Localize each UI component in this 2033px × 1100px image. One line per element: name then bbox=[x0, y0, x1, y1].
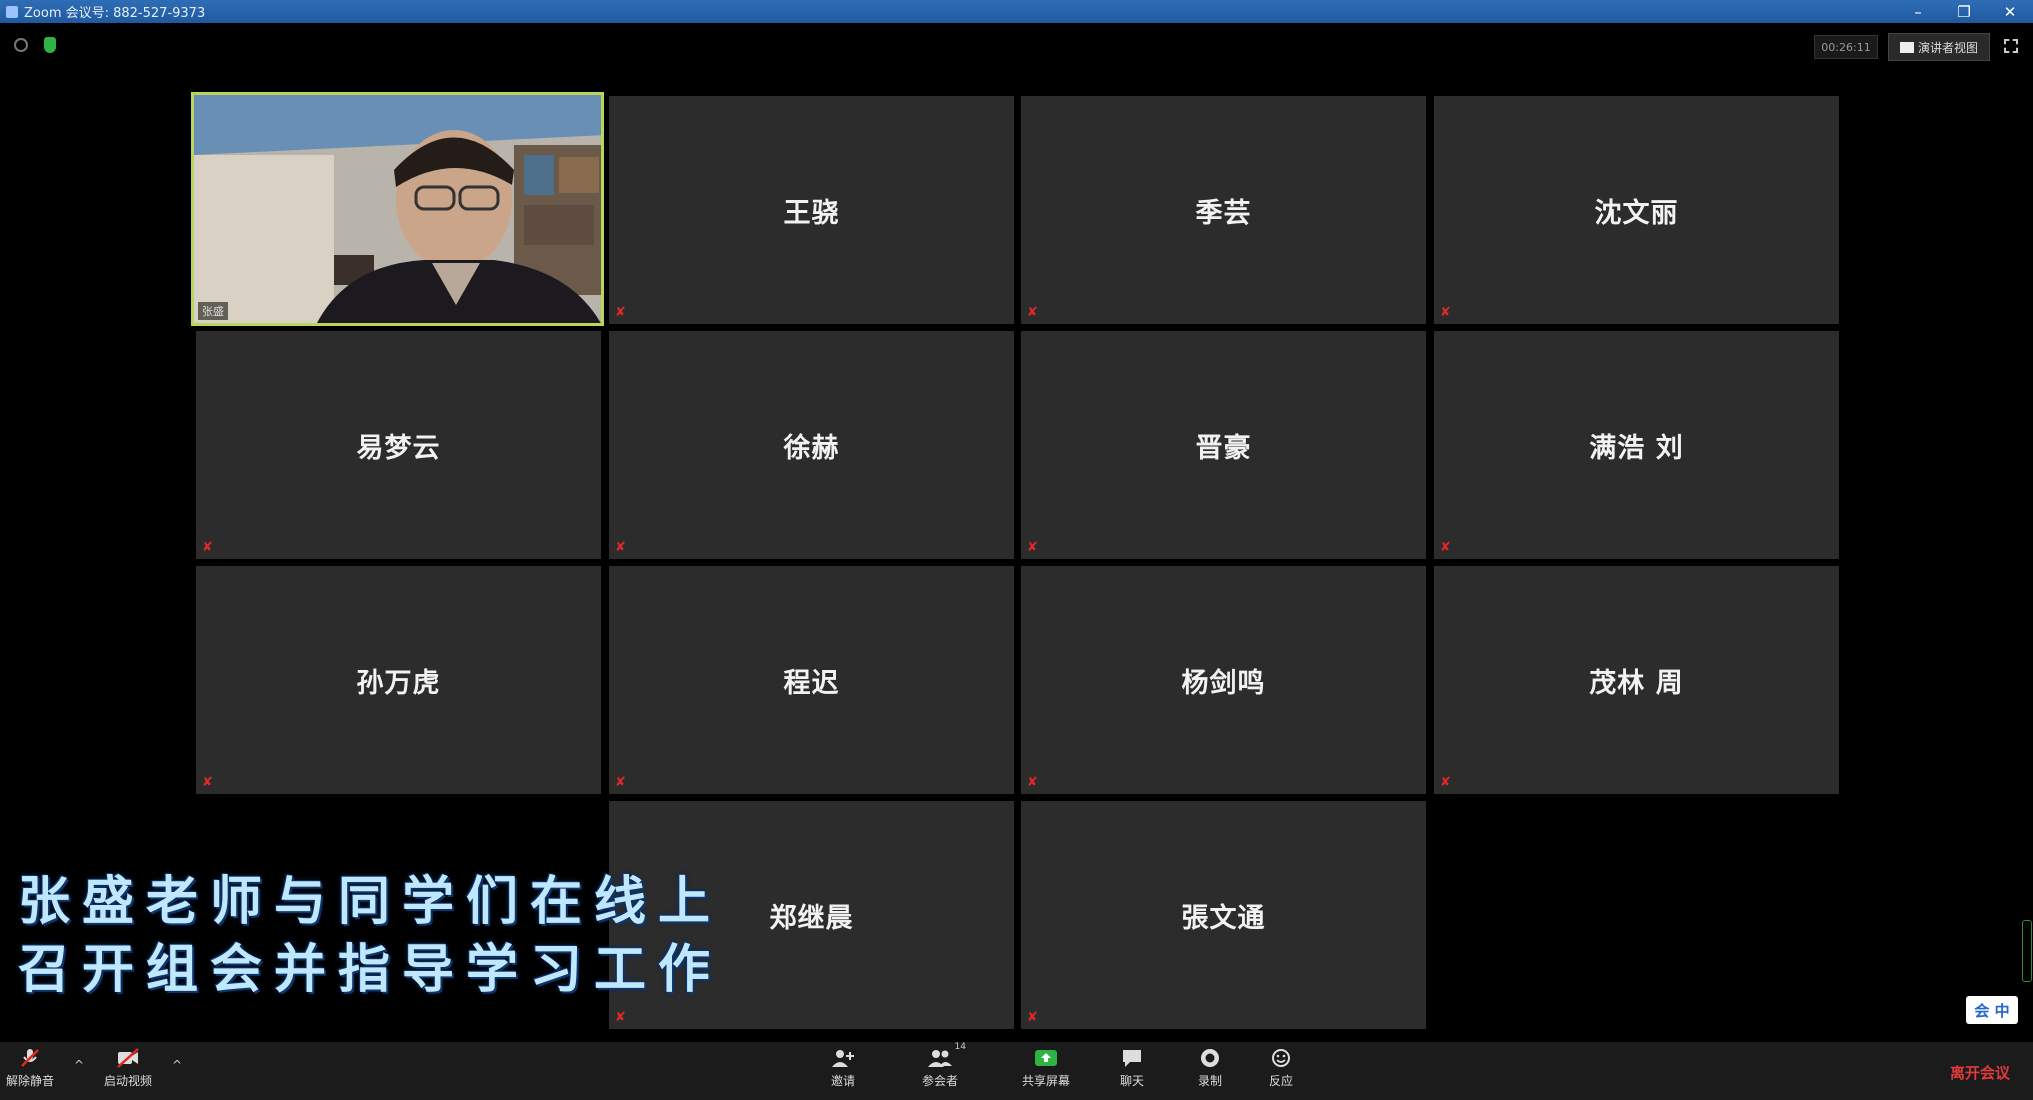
active-speaker-name-label: 张盛 bbox=[198, 302, 228, 320]
muted-mic-icon: ✘ bbox=[615, 540, 626, 555]
participants-button[interactable]: 14 参会者 bbox=[900, 1042, 980, 1089]
participant-name: 孙万虎 bbox=[356, 667, 441, 699]
muted-mic-icon: ✘ bbox=[615, 305, 626, 320]
share-screen-button[interactable]: 共享屏幕 bbox=[1006, 1048, 1086, 1089]
smiley-reaction-icon bbox=[1269, 1048, 1293, 1068]
muted-mic-icon: ✘ bbox=[615, 1010, 626, 1025]
participant-name: 晋豪 bbox=[1195, 432, 1252, 464]
unmute-label: 解除静音 bbox=[5, 1074, 54, 1088]
participant-name: 郑继晨 bbox=[769, 902, 854, 934]
leave-meeting-button[interactable]: 离开会议 bbox=[1950, 1062, 2010, 1083]
muted-mic-icon: ✘ bbox=[202, 775, 213, 790]
overlay-caption: 张盛老师与同学们在线上 召开组会并指导学习工作 bbox=[18, 868, 722, 1004]
view-grid-icon bbox=[1899, 41, 1914, 53]
add-person-icon bbox=[831, 1048, 855, 1068]
participant-name: 程迟 bbox=[783, 667, 840, 699]
muted-mic-icon: ✘ bbox=[1027, 1010, 1038, 1025]
reactions-label: 反应 bbox=[1268, 1074, 1293, 1088]
muted-microphone-icon bbox=[18, 1048, 42, 1068]
window-title-bar: Zoom 会议号: 882-527-9373 – ❐ ✕ bbox=[0, 0, 2033, 23]
participant-tile[interactable]: 孙万虎 ✘ bbox=[196, 566, 601, 794]
participant-name: 張文通 bbox=[1181, 902, 1266, 934]
restore-button[interactable]: ❐ bbox=[1941, 3, 1987, 21]
participant-tile[interactable]: 王骁 ✘ bbox=[609, 96, 1014, 324]
record-icon bbox=[1198, 1048, 1222, 1068]
meeting-timer: 00:26:11 bbox=[1814, 35, 1878, 59]
security-shield-icon[interactable] bbox=[44, 37, 56, 53]
chat-bubble-icon bbox=[1120, 1048, 1144, 1068]
participant-tile[interactable]: 易梦云 ✘ bbox=[196, 331, 601, 559]
reactions-button[interactable]: 反应 bbox=[1241, 1048, 1321, 1089]
participant-name: 徐赫 bbox=[783, 432, 840, 464]
invite-button[interactable]: 邀请 bbox=[803, 1048, 883, 1089]
participant-tile[interactable]: 季芸 ✘ bbox=[1021, 96, 1426, 324]
caption-line-1: 张盛老师与同学们在线上 bbox=[18, 872, 723, 932]
share-screen-icon bbox=[1034, 1048, 1058, 1068]
muted-mic-icon: ✘ bbox=[1027, 540, 1038, 555]
video-off-icon bbox=[116, 1048, 140, 1068]
participant-name: 易梦云 bbox=[356, 432, 441, 464]
participant-tile[interactable]: 茂林 周 ✘ bbox=[1434, 566, 1839, 794]
record-label: 录制 bbox=[1197, 1074, 1222, 1088]
muted-mic-icon: ✘ bbox=[1027, 775, 1038, 790]
close-button[interactable]: ✕ bbox=[1987, 3, 2033, 21]
participant-tile[interactable]: 張文通 ✘ bbox=[1021, 801, 1426, 1029]
participants-label: 参会者 bbox=[921, 1074, 958, 1088]
participants-icon: 14 bbox=[928, 1042, 966, 1068]
meeting-info-icon[interactable] bbox=[14, 38, 28, 52]
chat-button[interactable]: 聊天 bbox=[1092, 1048, 1172, 1089]
invite-label: 邀请 bbox=[830, 1074, 855, 1088]
muted-mic-icon: ✘ bbox=[1440, 540, 1451, 555]
start-video-button[interactable]: 启动视频 bbox=[88, 1048, 168, 1089]
muted-mic-icon: ✘ bbox=[202, 540, 213, 555]
participant-name: 茂林 周 bbox=[1589, 667, 1684, 699]
muted-mic-icon: ✘ bbox=[1440, 775, 1451, 790]
muted-mic-icon: ✘ bbox=[615, 775, 626, 790]
minimize-button[interactable]: – bbox=[1895, 3, 1941, 21]
muted-mic-icon: ✘ bbox=[1027, 305, 1038, 320]
video-tile-active-speaker[interactable]: 张盛 bbox=[191, 92, 604, 326]
window-title: Zoom 会议号: 882-527-9373 bbox=[24, 6, 206, 21]
language-input-indicator[interactable]: 会 中 bbox=[1966, 996, 2018, 1024]
participant-tile[interactable]: 沈文丽 ✘ bbox=[1434, 96, 1839, 324]
panel-resize-handle[interactable] bbox=[2022, 920, 2032, 982]
fullscreen-icon[interactable] bbox=[2004, 39, 2018, 53]
participant-tile[interactable]: 杨剑鸣 ✘ bbox=[1021, 566, 1426, 794]
meeting-toolbar: 解除静音 ^ 启动视频 ^ 邀请 14 参会者 共享屏幕 聊天 录制 反应 离开… bbox=[0, 1042, 2033, 1100]
unmute-button[interactable]: 解除静音 bbox=[0, 1048, 70, 1089]
participant-tile[interactable]: 徐赫 ✘ bbox=[609, 331, 1014, 559]
audio-options-caret-icon[interactable]: ^ bbox=[74, 1058, 84, 1072]
participant-name: 王骁 bbox=[783, 197, 840, 229]
chat-label: 聊天 bbox=[1119, 1074, 1144, 1088]
start-video-label: 启动视频 bbox=[103, 1074, 152, 1088]
view-switch-button[interactable]: 演讲者视图 bbox=[1888, 33, 1990, 61]
speaker-video-feed bbox=[194, 95, 601, 323]
participant-tile[interactable]: 程迟 ✘ bbox=[609, 566, 1014, 794]
participant-tile[interactable]: 满浩 刘 ✘ bbox=[1434, 331, 1839, 559]
participant-name: 沈文丽 bbox=[1594, 197, 1679, 229]
record-button[interactable]: 录制 bbox=[1170, 1048, 1250, 1089]
share-screen-label: 共享屏幕 bbox=[1021, 1074, 1070, 1088]
zoom-app-icon bbox=[6, 5, 18, 18]
view-switch-label: 演讲者视图 bbox=[1917, 40, 1978, 55]
caption-line-2: 召开组会并指导学习工作 bbox=[18, 940, 723, 1000]
muted-mic-icon: ✘ bbox=[1440, 305, 1451, 320]
participant-tile[interactable]: 晋豪 ✘ bbox=[1021, 331, 1426, 559]
video-options-caret-icon[interactable]: ^ bbox=[172, 1058, 182, 1072]
participant-name: 杨剑鸣 bbox=[1181, 667, 1266, 699]
participant-count-badge: 14 bbox=[954, 1042, 966, 1052]
participant-name: 季芸 bbox=[1195, 197, 1252, 229]
participant-name: 满浩 刘 bbox=[1589, 432, 1684, 464]
meeting-top-bar: 00:26:11 演讲者视图 bbox=[0, 23, 2033, 71]
